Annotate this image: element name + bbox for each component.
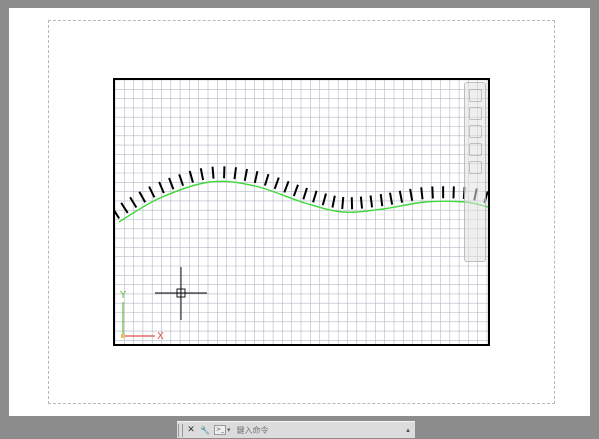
hatch-tick (331, 195, 336, 208)
ucs-y-label: Y (119, 290, 127, 301)
ucs-origin-marker (121, 334, 125, 338)
hatch-tick (312, 190, 318, 203)
crosshair-cursor (155, 267, 207, 320)
hatch-tick (359, 196, 364, 209)
wrench-icon[interactable]: 🔧 (199, 426, 211, 435)
hatch-tick (389, 192, 394, 205)
command-line-grip[interactable] (178, 423, 183, 437)
pan-icon[interactable] (469, 107, 482, 120)
hatch-tick (129, 196, 138, 209)
close-icon[interactable]: ✕ (185, 425, 197, 435)
hatch-tick (283, 180, 290, 193)
hatch-tick (409, 188, 414, 201)
drawing-canvas[interactable]: Y X (115, 80, 488, 344)
ucs-icon: Y X (119, 290, 164, 342)
hatch-tick (420, 187, 424, 200)
command-input[interactable] (236, 423, 401, 437)
hatch-tick (431, 186, 434, 199)
hatch-tick (273, 177, 280, 190)
command-prompt-icon[interactable]: >_ (214, 425, 226, 435)
hatch-tick (321, 193, 327, 206)
hatch-tick (369, 195, 374, 208)
showmotion-icon[interactable] (469, 161, 482, 174)
zoom-icon[interactable] (469, 125, 482, 138)
orbit-icon[interactable] (469, 143, 482, 156)
hatch-tick (211, 166, 215, 179)
command-line[interactable]: ✕ 🔧 >_ ▾ ▴ (177, 421, 415, 438)
ucs-x-label: X (157, 331, 164, 342)
layout-viewport[interactable]: Y X (113, 78, 490, 346)
hatch-tick (148, 186, 156, 198)
hatch-tick (168, 177, 175, 190)
hatch-tick (379, 194, 384, 207)
navigation-bar[interactable] (464, 82, 486, 262)
hatch-tick (292, 184, 299, 197)
hatch-tick (199, 168, 205, 181)
hatch-tick (263, 173, 270, 186)
hatch-tick (115, 209, 120, 219)
hatch-tick (302, 187, 308, 200)
hatch-tick (341, 196, 345, 210)
grid (115, 80, 488, 344)
steering-wheel-icon[interactable] (469, 89, 482, 102)
chevron-down-icon[interactable]: ▾ (227, 426, 231, 434)
chevron-up-icon[interactable]: ▴ (401, 426, 415, 434)
hatch-tick (178, 173, 185, 186)
